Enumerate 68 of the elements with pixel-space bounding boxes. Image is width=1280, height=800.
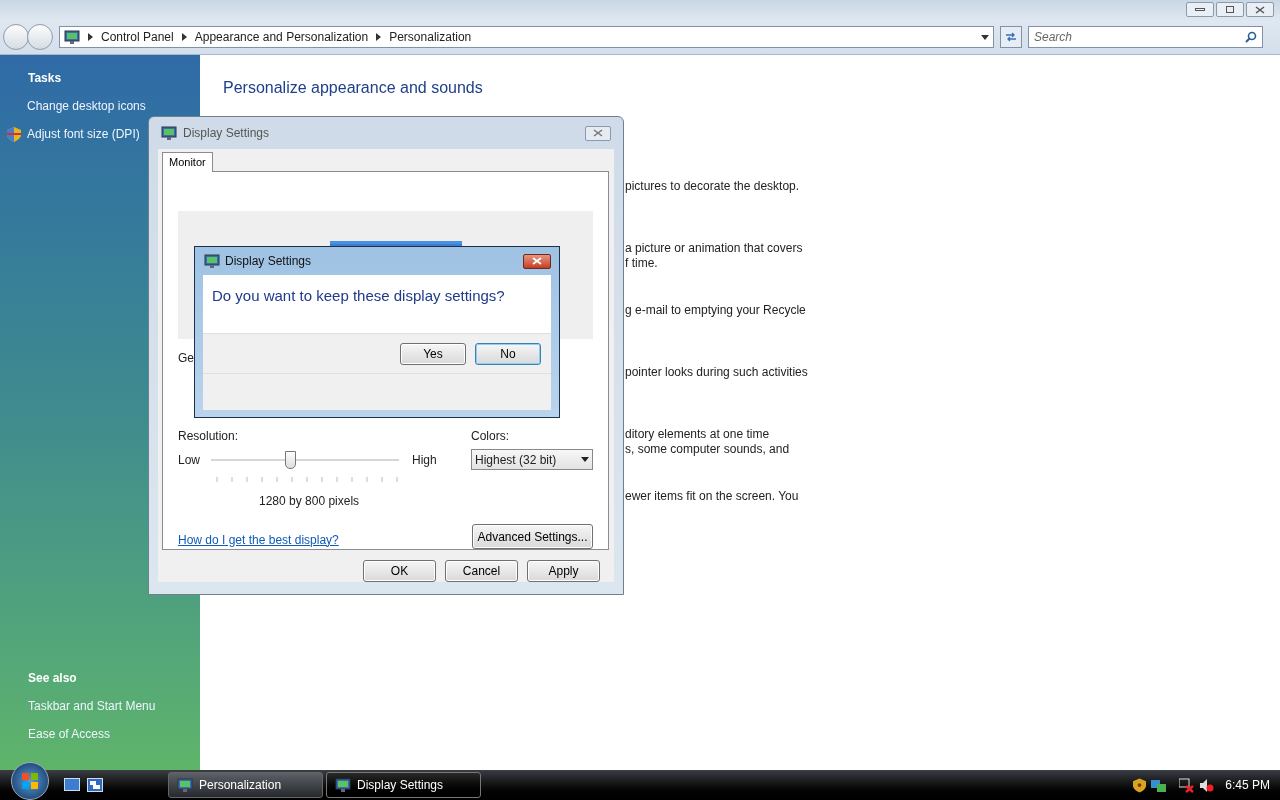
shield-icon [7,126,21,142]
monitor-icon [335,777,351,793]
description-text: a picture or animation that covers f time. [625,241,804,271]
chevron-icon[interactable] [88,33,93,41]
page-heading: Personalize appearance and sounds [223,78,484,98]
colors-dropdown[interactable]: Highest (32 bit) [471,449,593,470]
advanced-settings-button[interactable]: Advanced Settings... [472,524,593,549]
dialog-button[interactable]: No [475,342,541,365]
address-field[interactable]: Control Panel Appearance and Personalization Personalization [59,26,994,48]
windows-logo-icon [21,772,39,790]
description-text: ditory elements at one time s, some computer sounds, and [625,427,791,457]
help-link[interactable]: How do I get the best display? [178,530,339,549]
window-title: Display Settings [183,125,270,142]
start-button[interactable] [11,762,49,800]
dialog-button[interactable]: Yes [400,342,466,365]
dropdown-icon [581,457,589,462]
breadcrumb[interactable]: Control Panel [101,28,174,46]
dialog-question: Do you want to keep these display settings? [212,287,505,304]
search-field[interactable]: Search [1028,26,1263,48]
speaker-muted-icon[interactable] [1199,777,1215,793]
description-text: pictures to decorate the desktop. [625,179,801,195]
window-title: Display Settings [225,253,312,270]
breadcrumb[interactable]: Personalization [389,28,472,46]
network-icon[interactable] [1151,777,1167,793]
display-icon [161,125,177,141]
show-desktop-icon[interactable] [64,778,80,792]
close-icon [593,129,603,137]
resolution-value: 1280 by 800 pixels [259,493,361,510]
dropdown-icon[interactable] [981,34,989,40]
switch-windows-icon[interactable] [87,778,103,792]
sidebar-heading: Tasks [28,70,63,87]
display-icon [204,253,220,269]
clock[interactable]: 6:45 PM [1225,776,1270,794]
close-button[interactable] [1246,2,1274,17]
close-button[interactable] [523,253,551,269]
network-disconnected-icon[interactable] [1179,777,1195,793]
minimize-button[interactable] [1186,2,1214,17]
dialog-button[interactable]: OK [363,560,436,582]
refresh-button[interactable] [1000,26,1022,48]
description-text: ewer items fit on the screen. You [625,489,800,505]
restore-button[interactable] [1216,2,1244,17]
high-label: High [412,452,437,469]
taskbar-button[interactable]: Personalization [168,772,323,798]
sidebar-link[interactable]: Change desktop icons [27,97,146,115]
breadcrumb[interactable]: Appearance and Personalization [194,28,369,46]
chevron-icon[interactable] [376,33,382,41]
label-text: Ge [178,350,194,367]
description-text: pointer looks during such activities [625,365,809,381]
control-panel-icon [64,29,80,45]
slider-thumb[interactable] [284,450,296,469]
description-text: g e-mail to emptying your Recycle [625,303,807,319]
dialog-button[interactable]: Cancel [445,560,518,582]
monitor-icon [177,777,193,793]
low-label: Low [178,452,201,469]
taskbar-button[interactable]: Display Settings [326,772,481,798]
dialog-button[interactable]: Apply [527,560,600,582]
sidebar-heading: See also [28,670,78,687]
chevron-icon[interactable] [181,33,187,41]
close-icon [532,257,542,265]
close-icon [1255,5,1265,14]
resolution-label: Resolution: [178,428,240,445]
refresh-icon [1005,32,1017,42]
sidebar-task[interactable]: Change desktop icons [7,97,200,115]
sidebar-link[interactable]: Adjust font size (DPI) [27,125,140,143]
security-shield-icon[interactable] [1133,777,1147,793]
tab[interactable]: Monitor [162,152,213,172]
colors-label: Colors: [471,428,510,445]
search-icon [1245,31,1257,43]
